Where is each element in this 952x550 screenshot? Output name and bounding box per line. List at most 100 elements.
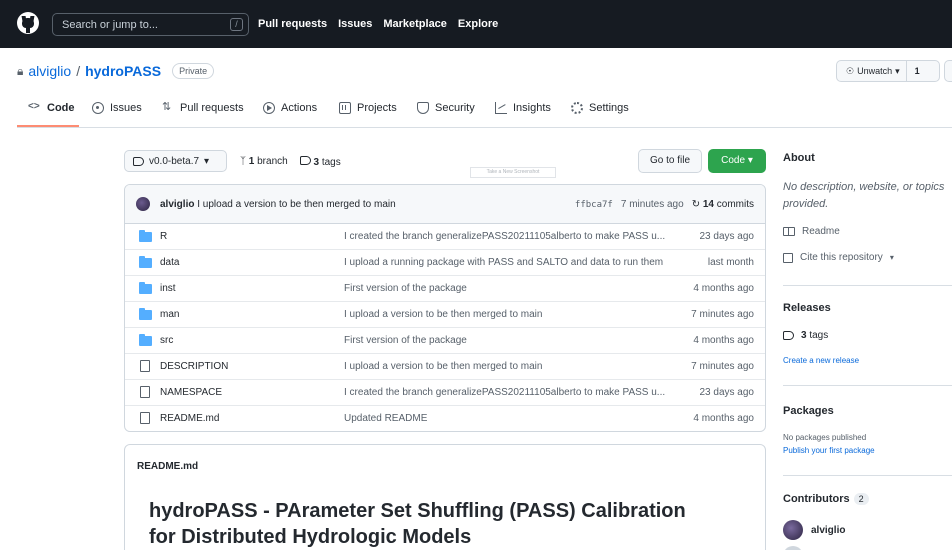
avatar[interactable] bbox=[136, 197, 150, 211]
tab-pull-requests[interactable]: Pull requests bbox=[162, 100, 244, 114]
contributor-item[interactable]: alviglio bbox=[783, 520, 845, 540]
github-logo-icon[interactable] bbox=[17, 12, 39, 34]
commit-age: 7 minutes ago bbox=[620, 199, 684, 210]
tab-actions[interactable]: Actions bbox=[263, 102, 317, 114]
divider bbox=[783, 475, 952, 476]
file-name[interactable]: DESCRIPTION bbox=[160, 361, 228, 372]
file-commit-message[interactable]: I created the branch generalizePASS20211… bbox=[344, 387, 674, 398]
tab-insights[interactable]: Insights bbox=[495, 102, 551, 114]
folder-icon bbox=[139, 334, 152, 346]
file-commit-message[interactable]: First version of the package bbox=[344, 283, 674, 294]
nav-explore[interactable]: Explore bbox=[458, 18, 498, 30]
contributors-heading[interactable]: Contributors 2 bbox=[783, 493, 869, 505]
commit-message[interactable]: I upload a version to be then merged to … bbox=[197, 199, 395, 210]
file-age: 7 minutes ago bbox=[691, 309, 754, 320]
nav-issues[interactable]: Issues bbox=[338, 18, 372, 30]
file-commit-message[interactable]: First version of the package bbox=[344, 335, 674, 346]
file-age: 4 months ago bbox=[693, 413, 754, 424]
file-name[interactable]: src bbox=[160, 335, 173, 346]
file-commit-message[interactable]: I upload a running package with PASS and… bbox=[344, 257, 674, 268]
contributors-count: 2 bbox=[853, 493, 869, 505]
create-release-link[interactable]: Create a new release bbox=[783, 356, 859, 365]
readme-header[interactable]: README.md bbox=[137, 461, 198, 472]
file-name[interactable]: inst bbox=[160, 283, 176, 294]
tab-projects[interactable]: Projects bbox=[339, 102, 397, 114]
readme-link-label: Readme bbox=[802, 226, 840, 237]
commits-link[interactable]: ↻ 14 commits bbox=[692, 199, 754, 210]
tab-security[interactable]: Security bbox=[417, 102, 475, 114]
file-name[interactable]: man bbox=[160, 309, 179, 320]
active-tab-underline bbox=[17, 125, 79, 127]
file-commit-message[interactable]: I upload a version to be then merged to … bbox=[344, 309, 674, 320]
tab-code[interactable]: Code bbox=[28, 101, 75, 114]
tab-security-label: Security bbox=[435, 102, 475, 114]
tag-icon bbox=[299, 156, 311, 165]
folder-icon bbox=[139, 256, 152, 268]
file-name[interactable]: NAMESPACE bbox=[160, 387, 222, 398]
watch-button[interactable]: ☉ Unwatch ▾ 1 bbox=[836, 60, 940, 82]
lock-icon: 🔒︎ bbox=[17, 63, 24, 78]
file-age: 4 months ago bbox=[693, 283, 754, 294]
file-age: 7 minutes ago bbox=[691, 361, 754, 372]
file-commit-message[interactable]: Updated README bbox=[344, 413, 674, 424]
about-heading: About bbox=[783, 152, 815, 164]
file-icon bbox=[140, 412, 150, 424]
code-dropdown-button[interactable]: Code ▾ bbox=[708, 149, 766, 173]
tab-insights-label: Insights bbox=[513, 102, 551, 114]
commit-count: 14 bbox=[702, 199, 714, 210]
avatar[interactable] bbox=[783, 546, 803, 550]
avatar[interactable] bbox=[783, 520, 803, 540]
file-name[interactable]: data bbox=[160, 257, 179, 268]
about-desc-line-1: No description, website, or topics bbox=[783, 181, 945, 193]
repo-name-link[interactable]: hydroPASS bbox=[85, 63, 161, 79]
branch-select[interactable]: v0.0-beta.7 ▾ bbox=[124, 150, 227, 172]
file-name[interactable]: README.md bbox=[160, 413, 219, 424]
cite-icon bbox=[783, 252, 793, 263]
caret-down-icon: ▾ bbox=[889, 253, 894, 262]
commit-author[interactable]: alviglio bbox=[160, 199, 194, 210]
commit-sha[interactable]: ffbca7f bbox=[575, 200, 613, 210]
branch-name: v0.0-beta.7 bbox=[149, 155, 200, 167]
caret-down-icon: ▾ bbox=[747, 155, 753, 166]
global-header: Search or jump to... / Pull requests Iss… bbox=[0, 0, 952, 48]
commit-word: commits bbox=[716, 199, 754, 210]
file-icon bbox=[140, 360, 150, 372]
readme-link[interactable]: Readme bbox=[783, 226, 840, 237]
file-name[interactable]: R bbox=[160, 231, 167, 242]
search-input[interactable]: Search or jump to... / bbox=[52, 13, 249, 36]
releases-heading[interactable]: Releases bbox=[783, 302, 831, 314]
global-nav: Pull requests Issues Marketplace Explore bbox=[258, 18, 498, 30]
folder-icon bbox=[139, 230, 152, 242]
book-icon bbox=[783, 227, 795, 236]
fork-button[interactable] bbox=[944, 60, 952, 82]
go-to-file-button[interactable]: Go to file bbox=[638, 149, 702, 173]
nav-pull-requests[interactable]: Pull requests bbox=[258, 18, 327, 30]
tab-issues[interactable]: Issues bbox=[92, 102, 142, 114]
watch-label: Unwatch bbox=[857, 66, 893, 76]
file-commit-message[interactable]: I created the branch generalizePASS20211… bbox=[344, 231, 674, 242]
nav-marketplace[interactable]: Marketplace bbox=[383, 18, 447, 30]
screenshot-overlay-label: Take a New Screenshot bbox=[470, 167, 556, 178]
tab-actions-label: Actions bbox=[281, 102, 318, 114]
file-row: data I upload a running package with PAS… bbox=[125, 250, 765, 276]
releases-tags-link[interactable]: 3 tags bbox=[783, 330, 828, 341]
tab-settings[interactable]: Settings bbox=[571, 102, 629, 114]
contributor-name[interactable]: alviglio bbox=[811, 525, 845, 536]
branch-icon: ᛉ bbox=[240, 156, 246, 167]
publish-package-link[interactable]: Publish your first package bbox=[783, 446, 875, 455]
branches-link[interactable]: ᛉ 1 branch bbox=[240, 156, 288, 168]
folder-icon bbox=[139, 308, 152, 320]
file-browser: alviglio I upload a version to be then m… bbox=[124, 184, 766, 432]
gear-icon bbox=[571, 102, 583, 114]
file-commit-message[interactable]: I upload a version to be then merged to … bbox=[344, 361, 674, 372]
repo-separator: / bbox=[76, 63, 81, 79]
cite-repository-link[interactable]: Cite this repository ▾ bbox=[783, 252, 894, 263]
file-age: 23 days ago bbox=[699, 231, 755, 242]
tags-link[interactable]: 3 tags bbox=[299, 156, 341, 168]
packages-heading[interactable]: Packages bbox=[783, 405, 834, 417]
pull-request-icon bbox=[162, 100, 174, 114]
file-row: inst First version of the package 4 mont… bbox=[125, 276, 765, 302]
watch-label-group[interactable]: ☉ Unwatch ▾ bbox=[837, 61, 907, 81]
watch-count[interactable]: 1 bbox=[907, 66, 928, 76]
repo-owner-link[interactable]: alviglio bbox=[28, 63, 71, 79]
